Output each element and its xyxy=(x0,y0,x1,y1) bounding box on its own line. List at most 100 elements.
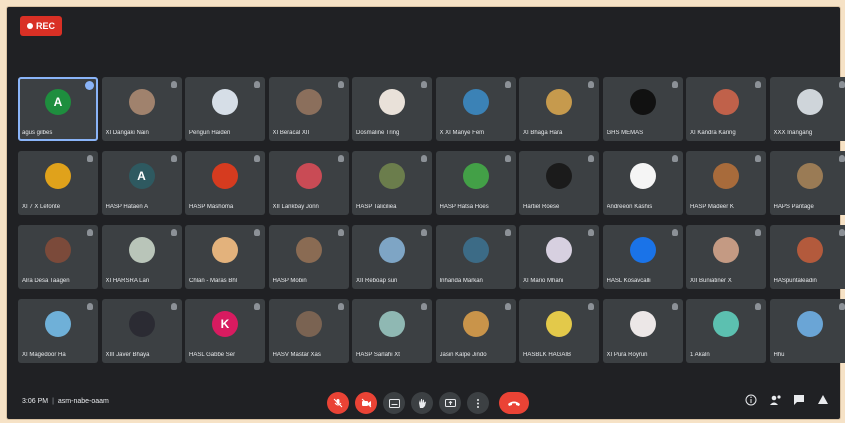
mic-muted-icon xyxy=(504,303,511,310)
participant-avatar xyxy=(45,311,71,337)
chat-button[interactable] xyxy=(792,393,806,407)
mic-muted-icon xyxy=(838,303,845,310)
participant-name: HASBLK HAGAIB xyxy=(523,352,572,358)
participant-avatar: A xyxy=(45,89,71,115)
participant-tile[interactable]: A HASP Hataen A xyxy=(101,151,182,215)
participant-tile[interactable]: X XI Manye Fem xyxy=(435,77,516,141)
participant-tile[interactable]: XII Reboap sun xyxy=(352,225,432,289)
participant-name: XXX Inangang xyxy=(773,130,813,136)
info-icon xyxy=(745,394,757,406)
participant-tile[interactable]: XI Mario Mhani xyxy=(519,225,599,289)
participant-name: XI HARSRA Lan xyxy=(105,278,150,284)
participant-tile[interactable]: XI Dangaki Nain xyxy=(101,77,182,141)
participant-tile[interactable]: Andreeon Kashis xyxy=(602,151,683,215)
camera-toggle-button[interactable] xyxy=(355,392,377,414)
mic-off-icon xyxy=(333,398,343,408)
participant-tile[interactable]: XI Bhaga Hara xyxy=(519,77,599,141)
participant-tile[interactable]: Chlan - Maras Bhl xyxy=(185,225,265,289)
participant-tile[interactable]: HASP Sarlahi Xt xyxy=(352,299,432,363)
participant-name: HASL Gabbe Ser xyxy=(189,352,236,358)
participant-tile[interactable]: XII Buniatiner X xyxy=(686,225,766,289)
participant-tile[interactable]: Aagus gilbes xyxy=(18,77,98,141)
participant-tile[interactable]: HASL Kosavcalli xyxy=(602,225,683,289)
people-icon xyxy=(769,395,781,405)
record-dot-icon xyxy=(26,23,33,29)
mic-muted-icon xyxy=(421,81,427,88)
separator: | xyxy=(52,398,54,405)
participant-tile[interactable]: XI Beracal XII xyxy=(268,77,349,141)
participant-name: HASP Sarlahi Xt xyxy=(356,352,400,358)
participant-avatar xyxy=(796,237,823,263)
mic-muted-icon xyxy=(421,229,427,236)
participant-avatar: A xyxy=(128,163,155,189)
participant-tile[interactable]: XI Kandra Karing xyxy=(686,77,766,141)
participant-name: GHS MEMAS xyxy=(606,130,644,136)
more-options-button[interactable] xyxy=(467,392,489,414)
participant-avatar xyxy=(462,89,489,115)
raise-hand-button[interactable] xyxy=(411,392,433,414)
mic-muted-icon xyxy=(421,303,427,310)
meeting-code: asm-nabe-oaam xyxy=(57,398,109,405)
participant-name: agus gilbes xyxy=(22,130,53,136)
participant-avatar xyxy=(295,163,322,189)
participant-tile[interactable]: HASP Madeer K xyxy=(686,151,766,215)
mic-muted-icon xyxy=(755,229,761,236)
participant-tile[interactable]: HASpuntaleadin xyxy=(769,225,845,289)
participant-tile[interactable]: HASP Mobin xyxy=(268,225,349,289)
participant-avatar xyxy=(128,89,155,115)
participant-tile[interactable]: Hhu xyxy=(769,299,845,363)
participant-tile[interactable]: XII Lankbay Jonn xyxy=(268,151,349,215)
participant-name: Hhu xyxy=(773,352,785,358)
participant-grid: Aagus gilbes XI Dangaki Nain Pengun Haiden… xyxy=(18,77,845,365)
participant-name: XI Pura Royrun xyxy=(606,352,648,358)
participant-avatar xyxy=(629,163,656,189)
meeting-info-button[interactable] xyxy=(744,393,758,407)
participant-tile[interactable]: XIII Javer Bhaya xyxy=(101,299,182,363)
people-button[interactable] xyxy=(768,393,782,407)
participant-name: Dosmaline Tring xyxy=(356,130,400,136)
participant-tile[interactable]: HASV Mastar Xas xyxy=(268,299,349,363)
participant-tile[interactable]: HASBLK HAGAIB xyxy=(519,299,599,363)
participant-tile[interactable]: HASP Taliciliea xyxy=(352,151,432,215)
participant-tile[interactable]: XXX Inangang xyxy=(769,77,845,141)
participant-tile[interactable]: HASP Mashoma xyxy=(185,151,265,215)
mic-toggle-button[interactable] xyxy=(327,392,349,414)
participant-tile[interactable]: XI HARSRA Lan xyxy=(101,225,182,289)
participant-avatar xyxy=(45,237,71,263)
participant-name: Andreeon Kashis xyxy=(606,204,653,210)
participant-avatar xyxy=(713,163,739,189)
mic-muted-icon xyxy=(588,155,594,162)
activities-button[interactable] xyxy=(816,393,830,407)
mic-muted-icon xyxy=(838,229,845,236)
mic-muted-icon xyxy=(838,155,845,162)
participant-tile[interactable]: K HASL Gabbe Ser xyxy=(185,299,265,363)
participant-avatar xyxy=(379,163,405,189)
participant-tile[interactable]: Hartiel Roese xyxy=(519,151,599,215)
participant-tile[interactable]: XI Magedoor Ha xyxy=(18,299,98,363)
participant-name: Chlan - Maras Bhl xyxy=(189,278,238,284)
participant-tile[interactable]: Inhanda Markan xyxy=(435,225,516,289)
participant-avatar xyxy=(462,311,489,337)
participant-tile[interactable]: Jasin Kalpe Jindo xyxy=(435,299,516,363)
participant-avatar xyxy=(629,89,656,115)
participant-name: XI Dangaki Nain xyxy=(105,130,149,136)
present-button[interactable] xyxy=(439,392,461,414)
participant-avatar xyxy=(629,237,656,263)
participant-avatar xyxy=(713,237,739,263)
participant-tile[interactable]: XI 7 X Lefonte xyxy=(18,151,98,215)
participant-avatar xyxy=(212,237,238,263)
participant-tile[interactable]: HAPS Pantage xyxy=(769,151,845,215)
participant-tile[interactable]: 1 Akaln xyxy=(686,299,766,363)
participant-tile[interactable]: XI Pura Royrun xyxy=(602,299,683,363)
end-call-icon xyxy=(508,401,520,406)
leave-call-button[interactable] xyxy=(499,392,529,414)
participant-tile[interactable]: Pengun Haiden xyxy=(185,77,265,141)
participant-tile[interactable]: Dosmaline Tring xyxy=(352,77,432,141)
participant-tile[interactable]: GHS MEMAS xyxy=(602,77,683,141)
mic-muted-icon xyxy=(671,81,678,88)
participant-avatar xyxy=(128,311,155,337)
participant-tile[interactable]: Alra Desa Taagen xyxy=(18,225,98,289)
captions-button[interactable] xyxy=(383,392,405,414)
mic-muted-icon xyxy=(421,155,427,162)
participant-tile[interactable]: HASP Hatsa Hoes xyxy=(435,151,516,215)
